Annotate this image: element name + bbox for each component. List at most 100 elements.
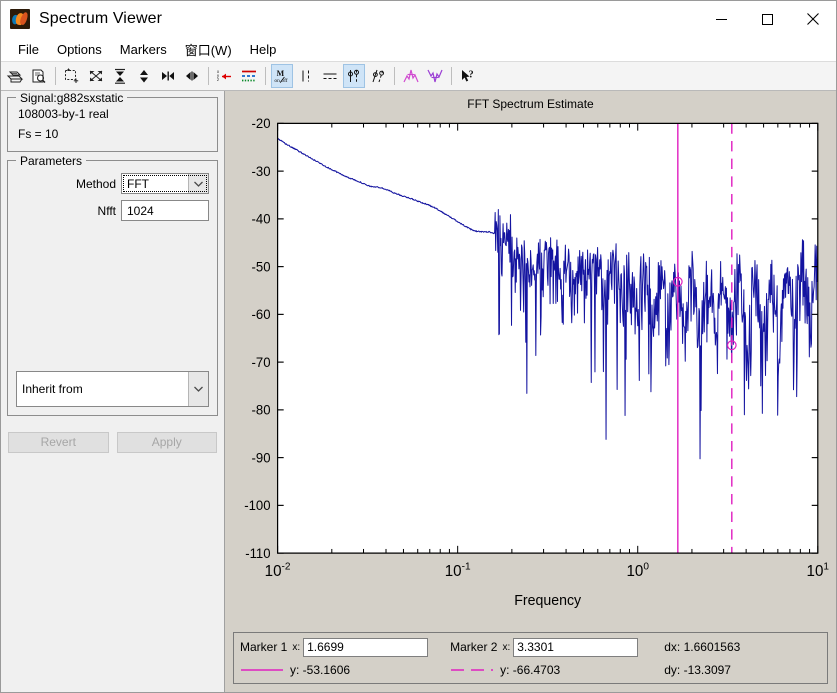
signal-group-title: Signal:g882sxstatic [16,91,128,105]
edit-signal-icon[interactable]: x y z [214,64,236,88]
delta-group: dx: 1.6601563 dy: -13.3097 [664,633,740,683]
zoom-y-in-icon[interactable] [109,64,131,88]
delta-y-value: dy: -13.3097 [664,663,731,677]
menu-item-file[interactable]: File [9,39,48,60]
window-title: Spectrum Viewer [39,10,163,27]
svg-text:101: 101 [807,562,830,580]
svg-text:?: ? [469,70,474,81]
marker1-x-label: x: [292,641,301,653]
svg-text:10-1: 10-1 [445,562,471,580]
help-pointer-icon[interactable]: ? [457,64,479,88]
marker1-label: Marker 1 [240,640,288,654]
horizontal-markers-icon[interactable] [319,64,341,88]
svg-text:M: M [277,69,285,78]
window-controls [698,1,836,37]
chevron-down-icon [188,372,208,406]
peaks-icon[interactable] [400,64,422,88]
chevron-down-icon [188,174,208,193]
markers-panel: Marker 1 x: 1.6699 y: -53.1606 Marker 2 [233,632,828,684]
chart-title: FFT Spectrum Estimate [467,97,594,111]
method-row: Method FFT [16,173,209,194]
svg-text:100: 100 [626,562,649,580]
signal-dimensions: 108003-by-1 real [18,107,109,121]
left-control-panel: Signal:g882sxstatic 108003-by-1 real Fs … [1,91,225,692]
markers-onoff-icon[interactable]: M on off [271,64,293,88]
method-dropdown[interactable]: FFT [121,173,209,194]
marker1-x-input[interactable]: 1.6699 [303,637,429,657]
main-body: Signal:g882sxstatic 108003-by-1 real Fs … [1,91,836,692]
chart-canvas[interactable]: -20 -30 -40 -50 -60 -70 -80 -90 -100 -110 10-2 10-1… [225,113,836,632]
toolbar-separator [451,67,452,85]
toolbar-separator [394,67,395,85]
marker2-y-value: y: -66.4703 [500,663,561,677]
parameters-groupbox: Parameters Method FFT Nfft 1024 Inherit … [7,154,218,416]
slope-markers-icon[interactable] [367,64,389,88]
zoom-x-in-icon[interactable] [157,64,179,88]
marker1-y-value: y: -53.1606 [290,663,351,677]
plot-area: FFT Spectrum Estimate -20 -30 -40 -50 -60 -70… [225,91,836,692]
svg-text:z: z [217,77,219,82]
spectrum-chart[interactable]: -20 -30 -40 -50 -60 -70 -80 -90 -100 -11010-2 10-1… [225,113,836,632]
parameters-spacer [16,221,209,371]
svg-text:-100: -100 [244,498,270,513]
svg-text:-70: -70 [252,355,271,370]
toolbar-separator [208,67,209,85]
print-icon[interactable] [4,64,26,88]
marker1-line-swatch [240,664,284,676]
marker2-group: Marker 2 x: 3.3301 y: -66.4703 [450,633,639,683]
inherit-from-value: Inherit from [17,372,188,406]
toolbar-separator [265,67,266,85]
svg-text:-30: -30 [252,164,271,179]
svg-text:-20: -20 [252,116,271,131]
menu-item-window[interactable]: 窗口(W) [176,37,241,62]
title-bar: Spectrum Viewer [1,1,836,37]
minimize-button[interactable] [698,1,744,37]
marker2-x-input[interactable]: 3.3301 [513,637,639,657]
svg-text:-110: -110 [245,546,270,561]
zoom-fullview-icon[interactable] [85,64,107,88]
marker1-group: Marker 1 x: 1.6699 y: -53.1606 [240,633,429,683]
svg-text:on: on [274,78,280,84]
left-panel-filler [7,453,218,693]
menu-item-options[interactable]: Options [48,39,111,60]
action-buttons: Revert Apply [7,431,218,453]
close-button[interactable] [790,1,836,37]
marker2-x-label: x: [502,641,511,653]
matlab-logo-icon [10,9,30,29]
spectrum-viewer-window: Spectrum Viewer File Options Markers 窗口(… [0,0,837,693]
svg-text:off: off [281,77,287,84]
valleys-icon[interactable] [424,64,446,88]
maximize-button[interactable] [744,1,790,37]
nfft-input[interactable]: 1024 [121,200,209,221]
svg-text:-90: -90 [252,450,271,465]
svg-text:-80: -80 [252,402,271,417]
line-styles-icon[interactable] [238,64,260,88]
toolbar: x y z M on off ? [1,62,836,91]
revert-button[interactable]: Revert [8,431,109,453]
nfft-row: Nfft 1024 [16,200,209,221]
zoom-in-rect-icon[interactable] [61,64,83,88]
inherit-from-dropdown[interactable]: Inherit from [16,371,209,407]
nfft-label: Nfft [97,203,116,218]
svg-text:-50: -50 [252,259,271,274]
signal-groupbox: Signal:g882sxstatic 108003-by-1 real Fs … [7,91,218,152]
parameters-group-title: Parameters [16,154,87,168]
zoom-x-out-icon[interactable] [181,64,203,88]
svg-text:-60: -60 [252,307,271,322]
menu-bar: File Options Markers 窗口(W) Help [1,37,836,62]
vertical-pair-markers-icon[interactable] [343,64,365,88]
method-value: FFT [122,174,188,193]
marker2-line-swatch [450,664,494,676]
marker2-label: Marker 2 [450,640,498,654]
apply-button[interactable]: Apply [116,431,217,453]
menu-item-help[interactable]: Help [241,39,286,60]
menu-item-markers[interactable]: Markers [111,39,176,60]
svg-text:-40: -40 [252,211,271,226]
svg-text:Frequency: Frequency [514,593,582,609]
zoom-y-out-icon[interactable] [133,64,155,88]
signal-sample-rate: Fs = 10 [18,127,59,141]
print-preview-icon[interactable] [28,64,50,88]
svg-text:10-2: 10-2 [265,562,291,580]
vertical-markers-icon[interactable] [295,64,317,88]
delta-x-value: dx: 1.6601563 [664,640,741,654]
